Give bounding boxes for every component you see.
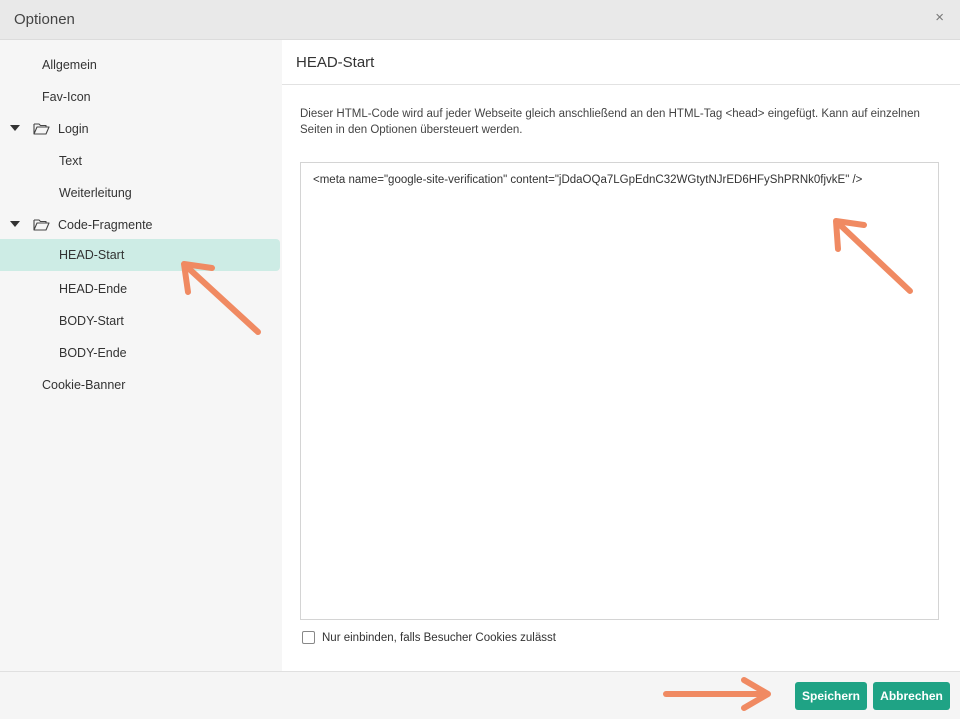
code-editor[interactable]: <meta name="google-site-verification" co… (300, 162, 939, 620)
tree-item-cookie-banner[interactable]: Cookie-Banner (0, 369, 280, 401)
tree-item-label: BODY-Ende (59, 346, 127, 360)
tree-item-label: Text (59, 154, 82, 168)
tree-item-text[interactable]: Text (0, 145, 280, 177)
panel-heading: HEAD-Start (296, 54, 375, 71)
folder-open-icon (33, 219, 50, 231)
tree-item-body-ende[interactable]: BODY-Ende (0, 337, 280, 369)
dialog-title: Optionen (14, 11, 75, 28)
heading-divider (282, 84, 960, 85)
close-icon[interactable]: × (935, 9, 944, 26)
cookie-consent-option[interactable]: Nur einbinden, falls Besucher Cookies zu… (302, 631, 556, 644)
tree-item-label: Allgemein (42, 58, 97, 72)
options-content-panel: HEAD-Start Dieser HTML-Code wird auf jed… (282, 40, 960, 671)
tree-item-label: Weiterleitung (59, 186, 132, 200)
tree-item-label: HEAD-Start (59, 248, 125, 262)
caret-down-icon[interactable] (10, 125, 20, 131)
tree-item-body-start[interactable]: BODY-Start (0, 305, 280, 337)
tree-item-head-ende[interactable]: HEAD-Ende (0, 273, 280, 305)
dialog-footer: Speichern Abbrechen (0, 671, 960, 719)
tree-item-label: Fav-Icon (42, 90, 91, 104)
cancel-button[interactable]: Abbrechen (873, 682, 950, 710)
tree-item-code-fragmente[interactable]: Code-Fragmente (0, 209, 280, 241)
tree-item-label: BODY-Start (59, 314, 124, 328)
caret-down-icon[interactable] (10, 221, 20, 227)
save-button[interactable]: Speichern (795, 682, 867, 710)
tree-item-head-start[interactable]: HEAD-Start (0, 239, 280, 271)
panel-description: Dieser HTML-Code wird auf jeder Webseite… (300, 108, 920, 136)
tree-item-allgemein[interactable]: Allgemein (0, 49, 280, 81)
tree-item-login[interactable]: Login (0, 113, 280, 145)
tree-item-label: Code-Fragmente (58, 218, 153, 232)
tree-item-label: Login (58, 122, 89, 136)
code-editor-value[interactable]: <meta name="google-site-verification" co… (313, 174, 862, 186)
cookie-consent-checkbox[interactable] (302, 631, 315, 644)
cookie-consent-label[interactable]: Nur einbinden, falls Besucher Cookies zu… (322, 632, 556, 644)
tree-item-label: Cookie-Banner (42, 378, 126, 392)
dialog-titlebar: Optionen × (0, 0, 960, 40)
tree-item-label: HEAD-Ende (59, 282, 128, 296)
folder-open-icon (33, 123, 50, 135)
tree-item-fav-icon[interactable]: Fav-Icon (0, 81, 280, 113)
tree-item-weiterleitung[interactable]: Weiterleitung (0, 177, 280, 209)
options-tree: Allgemein Fav-Icon Login Text Weiterleit… (0, 40, 282, 671)
